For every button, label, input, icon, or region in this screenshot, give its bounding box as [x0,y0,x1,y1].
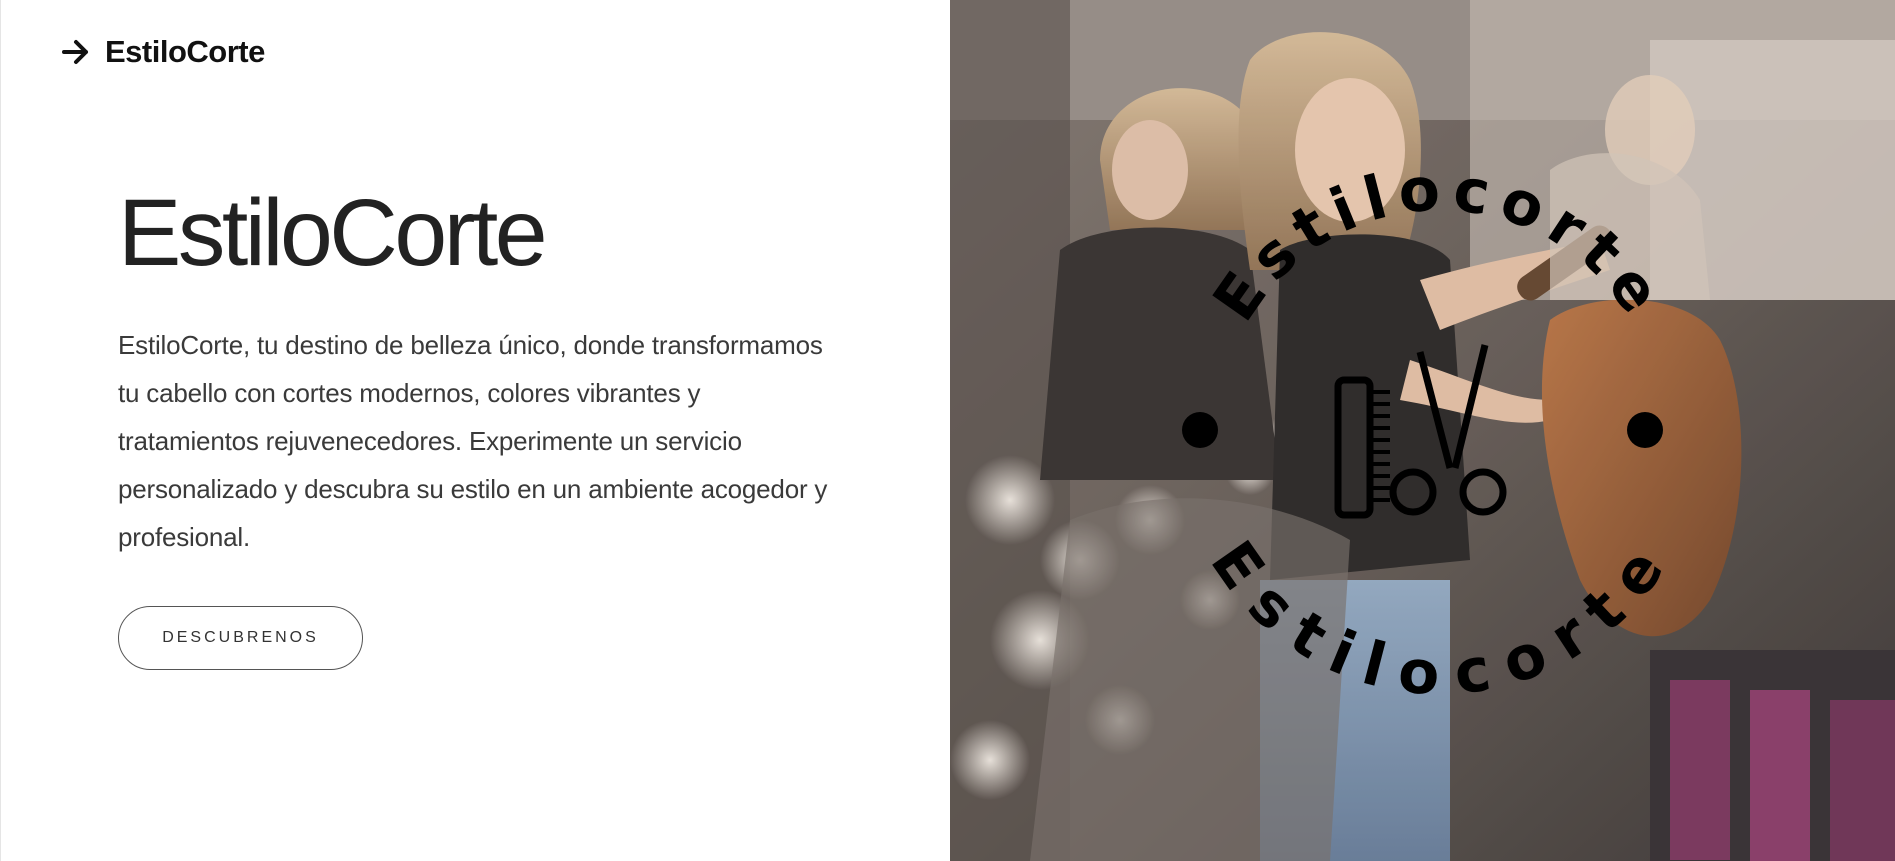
logo-dot-left [1182,412,1218,448]
hero-description: EstiloCorte, tu destino de belleza único… [118,330,828,552]
brand-name: EstiloCorte [105,34,265,69]
estilocorte-seal-logo: Estilocorte Estilocorte [1182,154,1684,710]
logo-ring-top-text: Estilocorte [1200,154,1680,334]
brand-link[interactable]: EstiloCorte [61,34,265,70]
logo-ring-bottom-text: Estilocorte [1197,529,1684,710]
hero-title: EstiloCorte [118,180,548,286]
hero-image-panel: Estilocorte Estilocorte [950,0,1895,861]
arrow-right-icon [61,37,91,67]
scissors-icon [1389,344,1507,516]
left-pane: EstiloCorte EstiloCorte EstiloCorte, tu … [0,0,950,861]
discover-button[interactable]: DESCUBRENOS [118,606,363,670]
logo-dot-right [1627,412,1663,448]
comb-icon [1334,376,1390,519]
